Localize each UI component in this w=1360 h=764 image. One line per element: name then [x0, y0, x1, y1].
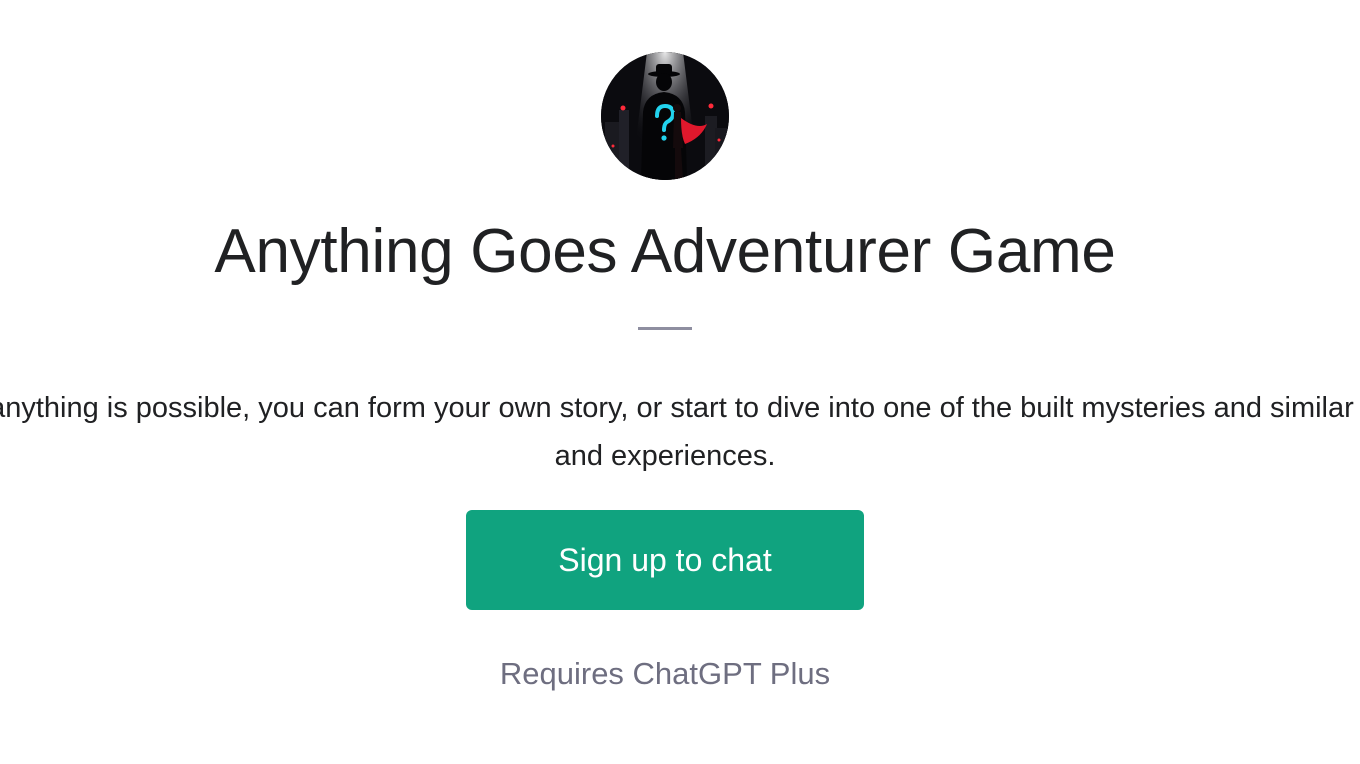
requires-plus-note: Requires ChatGPT Plus [499, 656, 831, 691]
gpt-title: Anything Goes Adventurer Game [214, 217, 1116, 286]
sign-up-button[interactable]: Sign up to chat [466, 510, 864, 610]
detective-mystery-avatar-icon [601, 52, 729, 180]
description-container: Literally anything is possible, you can … [0, 384, 1360, 484]
gpt-description: Literally anything is possible, you can … [0, 392, 1360, 472]
gpt-landing-page: Anything Goes Adventurer Game Literally … [0, 0, 1360, 764]
divider [638, 327, 692, 330]
